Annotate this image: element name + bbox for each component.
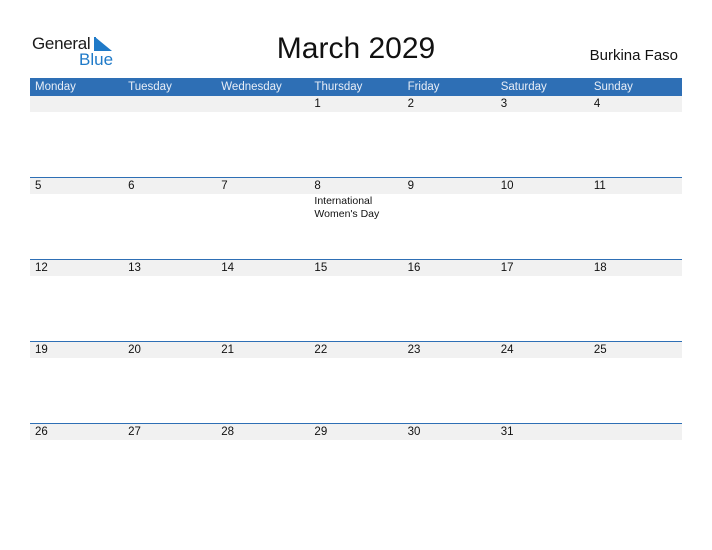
day-number: 5 (35, 180, 42, 192)
day-event (123, 276, 216, 277)
day-event (30, 194, 123, 221)
day-number: 18 (593, 262, 607, 274)
day-event (30, 112, 123, 113)
day-number: 30 (407, 426, 421, 438)
day-number: 11 (593, 180, 606, 192)
day-event (309, 276, 402, 277)
day-event (30, 276, 123, 277)
day-event (496, 276, 589, 277)
date-strip: 5 6 7 8 9 10 11 (30, 178, 682, 194)
day-number: 13 (128, 262, 141, 274)
day-number: 31 (500, 426, 514, 438)
day-number: 20 (128, 344, 141, 356)
date-strip: 19 20 21 22 23 24 25 (30, 342, 682, 358)
day-number: 9 (407, 180, 414, 192)
day-event (309, 358, 402, 359)
weekday-header: Monday Tuesday Wednesday Thursday Friday… (30, 78, 682, 96)
events-row (30, 358, 682, 359)
week-row: 12 13 14 15 16 17 18 (30, 259, 682, 341)
weekday-thursday: Thursday (314, 81, 363, 93)
day-event (589, 276, 682, 277)
week-row: 19 20 21 22 23 24 25 (30, 341, 682, 423)
day-event (589, 358, 682, 359)
day-number: 15 (314, 262, 328, 274)
calendar-grid: Monday Tuesday Wednesday Thursday Friday… (30, 78, 682, 505)
day-number: 22 (314, 344, 328, 356)
week-row: 26 27 28 29 30 31 (30, 423, 682, 505)
day-number: 28 (221, 426, 235, 438)
day-event (216, 440, 309, 441)
day-number: 19 (35, 344, 48, 356)
day-event (496, 440, 589, 441)
day-number: 1 (314, 98, 321, 110)
day-event (403, 276, 496, 277)
weekday-sunday: Sunday (593, 81, 633, 93)
day-number (123, 96, 216, 112)
day-event (496, 194, 589, 221)
day-event: International Women's Day (314, 195, 380, 220)
day-event (216, 112, 309, 113)
day-number: 16 (407, 262, 421, 274)
day-event (123, 358, 216, 359)
day-number: 10 (500, 180, 514, 192)
weekday-friday: Friday (407, 81, 440, 93)
day-event (403, 194, 496, 221)
weekday-tuesday: Tuesday (128, 81, 172, 93)
day-event (216, 358, 309, 359)
day-event (309, 112, 402, 113)
day-number: 14 (221, 262, 235, 274)
date-strip: 12 13 14 15 16 17 18 (30, 260, 682, 276)
day-number: 21 (221, 344, 235, 356)
day-number: 26 (35, 426, 48, 438)
day-number: 24 (500, 344, 514, 356)
day-number: 3 (500, 98, 508, 110)
day-number: 12 (35, 262, 48, 274)
day-event (30, 358, 123, 359)
weekday-wednesday: Wednesday (221, 81, 282, 93)
day-event (123, 440, 216, 441)
day-number: 4 (593, 98, 601, 110)
day-event (123, 112, 216, 113)
week-row: 5 6 7 8 9 10 11 International Women's Day (30, 177, 682, 259)
day-number (30, 96, 123, 112)
day-event (30, 440, 123, 441)
day-event (309, 440, 402, 441)
day-event (496, 112, 589, 113)
events-row (30, 112, 682, 113)
weekday-monday: Monday (35, 81, 76, 93)
day-event (589, 440, 682, 441)
weeks-container: 1 2 3 4 5 6 7 8 9 10 11 International Women's Day 12… (30, 96, 682, 505)
day-number: 29 (314, 426, 328, 438)
day-number (589, 424, 682, 440)
week-row: 1 2 3 4 (30, 96, 682, 177)
events-row: International Women's Day (30, 194, 682, 221)
day-number: 25 (593, 344, 607, 356)
day-number: 2 (407, 98, 414, 110)
day-event (216, 194, 309, 221)
day-event (589, 112, 682, 113)
day-number: 17 (500, 262, 514, 274)
day-event (403, 440, 496, 441)
day-event (403, 358, 496, 359)
events-row (30, 276, 682, 277)
day-number: 23 (407, 344, 421, 356)
country-label: Burkina Faso (589, 47, 678, 64)
day-event (216, 276, 309, 277)
day-event (496, 358, 589, 359)
day-event (403, 112, 496, 113)
day-event (123, 194, 216, 221)
date-strip: 26 27 28 29 30 31 (30, 424, 682, 440)
date-strip: 1 2 3 4 (30, 96, 682, 112)
day-number: 7 (221, 180, 228, 192)
weekday-saturday: Saturday (500, 81, 547, 93)
day-number (216, 96, 309, 112)
day-number: 6 (128, 180, 135, 192)
events-row (30, 440, 682, 441)
day-number: 27 (128, 426, 141, 438)
day-event (589, 194, 682, 221)
day-number: 8 (314, 180, 321, 192)
